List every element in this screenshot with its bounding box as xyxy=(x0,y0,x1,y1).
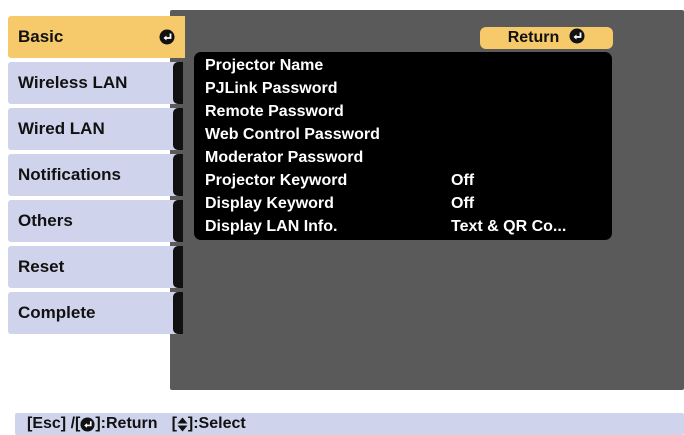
menu-item-label: PJLink Password xyxy=(205,79,338,97)
status-return-text: ]:Return xyxy=(95,415,158,432)
status-select-text: ]:Select xyxy=(187,415,246,432)
menu-item-label: Projector Name xyxy=(205,56,324,74)
status-bar: [Esc] /[ ]:Return [ ]:Select xyxy=(15,413,684,435)
menu-item-display-keyword[interactable]: Display Keyword Off xyxy=(194,192,612,215)
status-esc-text: [Esc] /[ xyxy=(27,415,81,432)
tab-divider xyxy=(173,292,183,334)
tab-divider xyxy=(173,246,183,288)
sidebar-item-complete[interactable]: Complete xyxy=(8,292,183,334)
menu-item-label: Display LAN Info. xyxy=(205,217,338,235)
return-button[interactable]: Return xyxy=(480,27,613,49)
sidebar-item-reset[interactable]: Reset xyxy=(8,246,183,288)
sidebar-item-label: Notifications xyxy=(18,165,121,184)
menu-item-label: Remote Password xyxy=(205,102,344,120)
sidebar-item-label: Basic xyxy=(18,27,64,46)
menu-item-web-control-password[interactable]: Web Control Password xyxy=(194,123,612,146)
enter-icon xyxy=(569,28,585,49)
enter-icon xyxy=(159,29,175,50)
sidebar-item-wired-lan[interactable]: Wired LAN xyxy=(8,108,183,150)
enter-icon xyxy=(80,416,95,432)
menu-item-label: Display Keyword xyxy=(205,194,334,212)
tab-divider xyxy=(173,200,183,242)
menu-item-remote-password[interactable]: Remote Password xyxy=(194,100,612,123)
sidebar-item-basic[interactable]: Basic xyxy=(8,16,185,58)
menu-item-moderator-password[interactable]: Moderator Password xyxy=(194,146,612,169)
menu-item-projector-name[interactable]: Projector Name xyxy=(194,54,612,77)
return-button-label: Return xyxy=(507,29,560,46)
settings-list: Projector Name PJLink Password Remote Pa… xyxy=(194,52,612,240)
tab-divider xyxy=(173,154,183,196)
menu-item-value: Text & QR Co... xyxy=(451,217,567,235)
sidebar-item-others[interactable]: Others xyxy=(8,200,183,242)
menu-item-display-lan-info[interactable]: Display LAN Info. Text & QR Co... xyxy=(194,215,612,238)
menu-item-value: Off xyxy=(451,194,475,212)
sidebar-item-label: Others xyxy=(18,211,73,230)
sidebar-item-notifications[interactable]: Notifications xyxy=(8,154,183,196)
menu-item-label: Moderator Password xyxy=(205,148,364,166)
sidebar-item-label: Reset xyxy=(18,257,65,276)
sidebar-item-label: Wireless LAN xyxy=(18,73,128,92)
menu-item-pjlink-password[interactable]: PJLink Password xyxy=(194,77,612,100)
menu-item-label: Projector Keyword xyxy=(205,171,348,189)
tab-divider xyxy=(173,108,183,150)
menu-item-projector-keyword[interactable]: Projector Keyword Off xyxy=(194,169,612,192)
sidebar-item-wireless-lan[interactable]: Wireless LAN xyxy=(8,62,183,104)
menu-item-value: Off xyxy=(451,171,475,189)
sidebar-item-label: Complete xyxy=(18,303,96,322)
tab-divider xyxy=(173,62,183,104)
sidebar-item-label: Wired LAN xyxy=(18,119,105,138)
up-down-arrows-icon xyxy=(177,417,188,432)
menu-item-label: Web Control Password xyxy=(205,125,380,143)
